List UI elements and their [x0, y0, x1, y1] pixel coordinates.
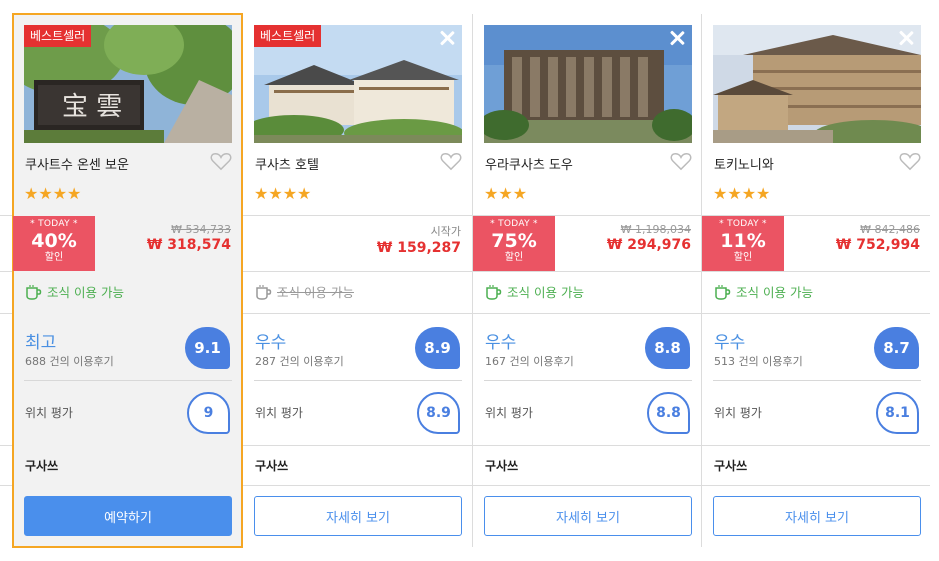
heart-icon[interactable] [670, 151, 692, 171]
area-name: 구사쓰 [714, 459, 748, 473]
hotel-name[interactable]: 쿠사츠 호텔 [255, 154, 319, 173]
from-price-label: 시작가 [430, 225, 461, 238]
bestseller-badge: 베스트셀러 [254, 25, 322, 47]
breakfast-label: 조식 이용 가능 [736, 285, 813, 300]
review-score-badge: 8.8 [645, 327, 690, 369]
area-name: 구사쓰 [255, 459, 289, 473]
coffee-cup-icon [486, 284, 502, 300]
breakfast-label: 조식 이용 가능 [277, 285, 354, 300]
svg-text:宝 雲: 宝 雲 [62, 92, 122, 122]
rating-separator [24, 380, 232, 381]
hotel-photo[interactable]: 베스트셀러 [254, 25, 462, 143]
review-score-badge: 8.7 [874, 327, 919, 369]
breakfast-info: 조식 이용 가능 [714, 282, 813, 301]
deal-off-label: 할인 [44, 252, 64, 263]
location-rating-label: 위치 평가 [485, 406, 533, 420]
sale-price: ₩ 159,287 [376, 240, 461, 256]
location-score-badge: 9 [187, 392, 230, 434]
close-icon[interactable] [897, 29, 915, 47]
sale-price: ₩ 318,574 [146, 237, 231, 253]
location-rating-label: 위치 평가 [255, 406, 303, 420]
hotel-name[interactable]: 토키노니와 [714, 154, 774, 173]
price-box: 시작가 ₩ 159,287 [377, 223, 461, 256]
star-rating: ★★★★ [254, 184, 312, 203]
location-rating-label: 위치 평가 [714, 406, 762, 420]
deal-today-label: * TODAY * [30, 219, 78, 229]
review-score-badge: 9.1 [185, 327, 230, 369]
close-icon[interactable] [668, 29, 686, 47]
review-score-badge: 8.9 [415, 327, 460, 369]
hotel-photo[interactable] [484, 25, 692, 143]
breakfast-label: 조식 이용 가능 [507, 285, 584, 300]
breakfast-label: 조식 이용 가능 [47, 285, 124, 300]
hotel-card-1[interactable]: 宝 雲 베스트셀러 쿠사트수 온센 보운 ★★★★ * TODAY * 40% … [12, 13, 243, 548]
original-price: ₩ 842,486 [860, 223, 920, 236]
sale-price: ₩ 294,976 [606, 237, 691, 253]
hotel-photo[interactable] [713, 25, 921, 143]
hotel-name[interactable]: 쿠사트수 온센 보운 [25, 154, 129, 173]
sale-price: ₩ 752,994 [835, 237, 920, 253]
star-rating: ★★★★ [24, 184, 82, 203]
area-name: 구사쓰 [25, 459, 59, 473]
today-deal-badge: * TODAY * 40% 할인 [13, 216, 95, 271]
rating-word: 우수 [255, 333, 287, 353]
rating-word: 최고 [25, 333, 57, 353]
review-count[interactable]: 287 건의 이용후기 [255, 353, 344, 369]
breakfast-info: 조식 이용 가능 [485, 282, 584, 301]
today-deal-badge: * TODAY * 75% 할인 [473, 216, 555, 271]
location-score-badge: 8.1 [876, 392, 919, 434]
close-icon[interactable] [438, 29, 456, 47]
price-box: ₩ 842,486 ₩ 752,994 [836, 223, 920, 253]
star-rating: ★★★★ [713, 184, 771, 203]
hotel-photo[interactable]: 宝 雲 베스트셀러 [24, 25, 232, 143]
coffee-cup-icon [26, 284, 42, 300]
price-box: ₩ 534,733 ₩ 318,574 [147, 223, 231, 253]
view-details-button[interactable]: 자세히 보기 [254, 496, 462, 536]
view-details-button[interactable]: 자세히 보기 [484, 496, 692, 536]
heart-icon[interactable] [899, 151, 921, 171]
price-box: ₩ 1,198,034 ₩ 294,976 [607, 223, 691, 253]
hotel-name[interactable]: 우라쿠사츠 도우 [485, 154, 573, 173]
deal-percent: 11% [720, 230, 766, 252]
rating-separator [254, 380, 462, 381]
bestseller-badge: 베스트셀러 [24, 25, 92, 47]
location-score-badge: 8.8 [647, 392, 690, 434]
deal-percent: 40% [31, 230, 77, 252]
rating-separator [484, 380, 692, 381]
deal-off-label: 할인 [504, 252, 524, 263]
rating-separator [713, 380, 921, 381]
hotel-card-2[interactable]: 베스트셀러 쿠사츠 호텔 ★★★★ 시작가 ₩ 159,287 조식 이용 가능… [243, 14, 472, 547]
review-count[interactable]: 513 건의 이용후기 [714, 353, 803, 369]
coffee-cup-icon [715, 284, 731, 300]
breakfast-info: 조식 이용 가능 [255, 282, 354, 301]
coffee-cup-icon [256, 284, 272, 300]
area-name: 구사쓰 [485, 459, 519, 473]
breakfast-info: 조식 이용 가능 [25, 282, 124, 301]
star-rating: ★★★ [484, 184, 528, 203]
heart-icon[interactable] [440, 151, 462, 171]
original-price: ₩ 1,198,034 [620, 223, 691, 236]
location-rating-label: 위치 평가 [25, 406, 73, 420]
rating-word: 우수 [485, 333, 517, 353]
review-count[interactable]: 688 건의 이용후기 [25, 353, 114, 369]
hotel-card-3[interactable]: 우라쿠사츠 도우 ★★★ * TODAY * 75% 할인 ₩ 1,198,03… [473, 14, 702, 547]
view-details-button[interactable]: 자세히 보기 [713, 496, 921, 536]
location-score-badge: 8.9 [417, 392, 460, 434]
deal-today-label: * TODAY * [490, 219, 538, 229]
hotel-card-4[interactable]: 토키노니와 ★★★★ * TODAY * 11% 할인 ₩ 842,486 ₩ … [702, 14, 931, 547]
original-price: ₩ 534,733 [171, 223, 231, 236]
book-button[interactable]: 예약하기 [24, 496, 232, 536]
review-count[interactable]: 167 건의 이용후기 [485, 353, 574, 369]
deal-off-label: 할인 [733, 252, 753, 263]
rating-word: 우수 [714, 333, 746, 353]
deal-percent: 75% [491, 230, 537, 252]
today-deal-badge: * TODAY * 11% 할인 [702, 216, 784, 271]
heart-icon[interactable] [210, 151, 232, 171]
deal-today-label: * TODAY * [719, 219, 767, 229]
